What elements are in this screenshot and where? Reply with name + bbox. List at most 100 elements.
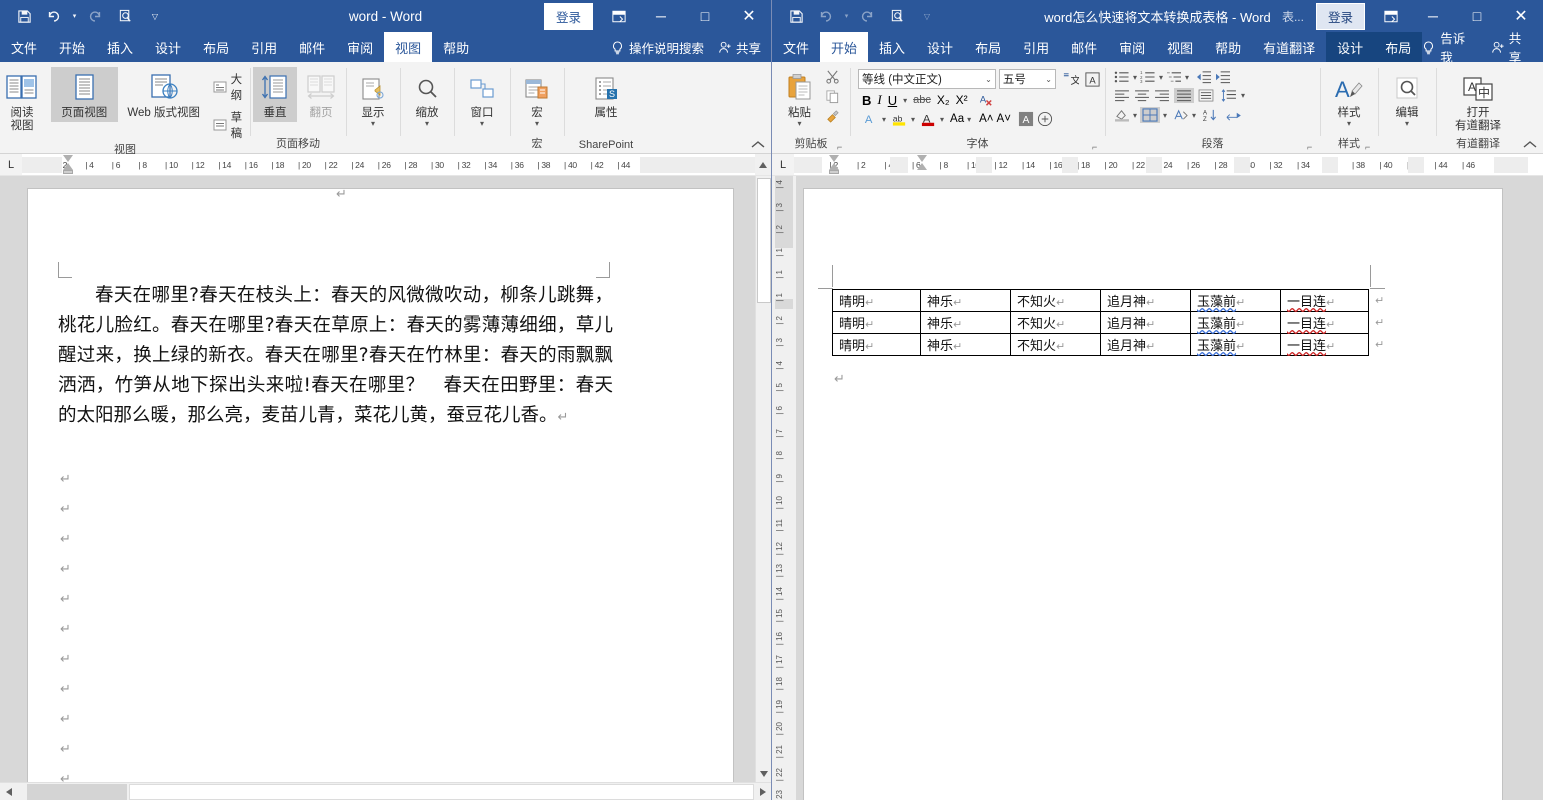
first-line-indent-marker[interactable]	[63, 155, 73, 162]
chevron-down-icon-window[interactable]: ▾	[480, 120, 484, 128]
chevron-down-icon-editing[interactable]: ▾	[1405, 120, 1409, 128]
left-hscroll-left-arrow[interactable]	[0, 783, 17, 800]
paragraph-dialog-launcher-icon[interactable]: ⌐	[1307, 142, 1317, 152]
undo-icon[interactable]	[812, 4, 840, 28]
font-name-combobox[interactable]: 等线 (中文正文) ⌄	[858, 69, 996, 89]
minimize-button[interactable]: ─	[639, 0, 683, 32]
outline-view-button[interactable]: 大纲	[213, 71, 252, 103]
tab-file[interactable]: 文件	[0, 32, 48, 62]
print-preview-icon[interactable]	[883, 4, 911, 28]
align-left-icon[interactable]	[1114, 89, 1130, 102]
left-document-page[interactable]: ↵ 春天在哪里?春天在枝头上：春天的风微微吹动，柳条儿跳舞，桃花儿脸红。春天在哪…	[28, 186, 733, 782]
table-cell[interactable]: 一目连↵	[1280, 289, 1369, 312]
chevron-down-icon-borders[interactable]: ▾	[1163, 111, 1167, 119]
chevron-down-icon-highlight[interactable]: ▾	[911, 115, 915, 123]
tab-help[interactable]: 帮助	[432, 32, 480, 62]
left-hscroll-rest[interactable]	[129, 783, 754, 800]
left-hscroll-track[interactable]	[17, 783, 754, 800]
shrink-font-button[interactable]: A˅	[997, 113, 1011, 125]
undo-icon[interactable]	[40, 4, 68, 28]
draft-view-button[interactable]: 草稿	[213, 109, 252, 141]
hanging-indent-marker[interactable]	[829, 163, 839, 170]
right-horizontal-ruler[interactable]: 2 || 2| 2| 4| 6| 8| 10| 12| 14| 16| 18| …	[794, 154, 1543, 175]
superscript-button[interactable]: X²	[956, 93, 968, 107]
left-horizontal-ruler[interactable]: 2 || 2| 4| 6| 8| 10| 12| 14| 16| 18| 20|…	[22, 154, 755, 175]
tab-youdao-translate[interactable]: 有道翻译	[1252, 32, 1326, 62]
tab-mailings[interactable]: 邮件	[1060, 32, 1108, 62]
tab-layout[interactable]: 布局	[964, 32, 1012, 62]
chevron-down-icon-change-case[interactable]: ▾	[967, 115, 971, 123]
chevron-down-icon-bullets[interactable]: ▾	[1133, 73, 1137, 81]
close-button[interactable]: ✕	[727, 0, 771, 32]
tab-help[interactable]: 帮助	[1204, 32, 1252, 62]
macros-button[interactable]: 宏 ▾	[509, 67, 565, 129]
left-scroll-up-arrow[interactable]	[755, 154, 771, 175]
window-button[interactable]: 窗口 ▾	[454, 67, 510, 129]
share-button[interactable]: 共享	[1491, 28, 1533, 66]
side-to-side-button[interactable]: 翻页	[299, 67, 343, 122]
left-quick-access-toolbar[interactable]: ▾ ▽	[0, 4, 169, 28]
table-cell[interactable]: 神乐↵	[920, 311, 1011, 334]
table-cell[interactable]: 神乐↵	[920, 333, 1011, 356]
underline-button[interactable]: U	[888, 93, 897, 108]
borders-icon[interactable]	[1140, 107, 1161, 123]
customize-quick-access-icon[interactable]: ▽	[913, 4, 941, 28]
chevron-down-icon-font-name[interactable]: ⌄	[985, 75, 992, 84]
multilevel-list-icon[interactable]	[1166, 70, 1182, 84]
chevron-down-icon-multilevel[interactable]: ▾	[1185, 73, 1189, 81]
clear-formatting-icon[interactable]: A	[978, 92, 994, 108]
first-line-indent-marker[interactable]	[917, 155, 927, 162]
numbering-icon[interactable]: 123	[1140, 70, 1156, 84]
character-shading-icon[interactable]: A	[1018, 111, 1034, 127]
zoom-button[interactable]: 缩放 ▾	[399, 67, 455, 129]
chevron-down-icon-show[interactable]: ▾	[371, 120, 375, 128]
tab-review[interactable]: 审阅	[336, 32, 384, 62]
web-layout-button[interactable]: Web 版式视图	[120, 67, 208, 122]
maximize-button[interactable]: □	[683, 0, 727, 32]
left-indent-marker[interactable]	[63, 170, 73, 174]
tab-insert[interactable]: 插入	[868, 32, 916, 62]
tab-references[interactable]: 引用	[240, 32, 288, 62]
table-cell[interactable]: 不知火↵	[1010, 289, 1101, 312]
chevron-down-icon-zoom[interactable]: ▾	[425, 120, 429, 128]
left-horizontal-scrollbar[interactable]	[0, 782, 771, 800]
change-case-button[interactable]: Aa	[950, 113, 964, 125]
redo-icon[interactable]	[81, 4, 109, 28]
justify-icon[interactable]	[1174, 88, 1194, 103]
bold-button[interactable]: B	[862, 93, 871, 108]
tab-stop-selector[interactable]: L	[0, 154, 22, 175]
chevron-down-icon-styles[interactable]: ▾	[1347, 120, 1351, 128]
chevron-down-icon-numbering[interactable]: ▾	[1159, 73, 1163, 81]
chevron-down-icon-paste[interactable]: ▾	[797, 120, 801, 128]
open-youdao-translate-button[interactable]: A中 打开 有道翻译	[1440, 67, 1516, 135]
table-cell[interactable]: 追月神↵	[1100, 311, 1191, 334]
table-cell[interactable]: 晴明↵	[832, 333, 921, 356]
print-layout-button[interactable]: 页面视图	[50, 67, 118, 123]
chevron-down-icon-underline[interactable]: ▾	[903, 96, 907, 104]
clipboard-dialog-launcher-icon[interactable]: ⌐	[837, 142, 847, 152]
table-row[interactable]: 晴明↵ 神乐↵ 不知火↵ 追月神↵ 玉藻前↵ 一目连↵ ↵	[832, 333, 1391, 356]
align-center-icon[interactable]	[1134, 89, 1150, 102]
tab-table-design[interactable]: 设计	[1326, 32, 1375, 62]
styles-button[interactable]: A 样式 ▾	[1321, 67, 1377, 129]
tab-home[interactable]: 开始	[48, 32, 96, 62]
hanging-indent-marker[interactable]	[63, 163, 73, 170]
tab-mailings[interactable]: 邮件	[288, 32, 336, 62]
tab-home[interactable]: 开始	[820, 32, 869, 62]
left-hscroll-right-arrow[interactable]	[754, 783, 771, 800]
save-icon[interactable]	[782, 4, 810, 28]
highlight-color-icon[interactable]: ab	[891, 111, 908, 127]
document-paragraph[interactable]: 春天在哪里?春天在枝头上：春天的风微微吹动，柳条儿跳舞，桃花儿脸红。春天在哪里?…	[58, 281, 613, 433]
collapse-ribbon-icon[interactable]	[1523, 140, 1537, 149]
tab-insert[interactable]: 插入	[96, 32, 144, 62]
document-table[interactable]: 晴明↵ 神乐↵ 不知火↵ 追月神↵ 玉藻前↵ 一目连↵ ↵ 晴明↵ 神乐↵ 不知火↵ 追月神↵ 玉藻前…	[832, 289, 1391, 356]
font-size-combobox[interactable]: 五号 ⌄	[998, 69, 1056, 89]
scissors-icon[interactable]	[825, 69, 840, 84]
character-border-icon[interactable]: A	[1084, 71, 1101, 88]
tab-layout[interactable]: 布局	[192, 32, 240, 62]
read-mode-button[interactable]: 阅读视图	[0, 67, 49, 135]
text-effects-icon[interactable]: A	[862, 111, 879, 127]
tab-table-layout[interactable]: 布局	[1374, 32, 1423, 62]
enclose-character-icon[interactable]	[1037, 111, 1053, 127]
tell-me-search[interactable]: 告诉我	[1422, 28, 1477, 66]
